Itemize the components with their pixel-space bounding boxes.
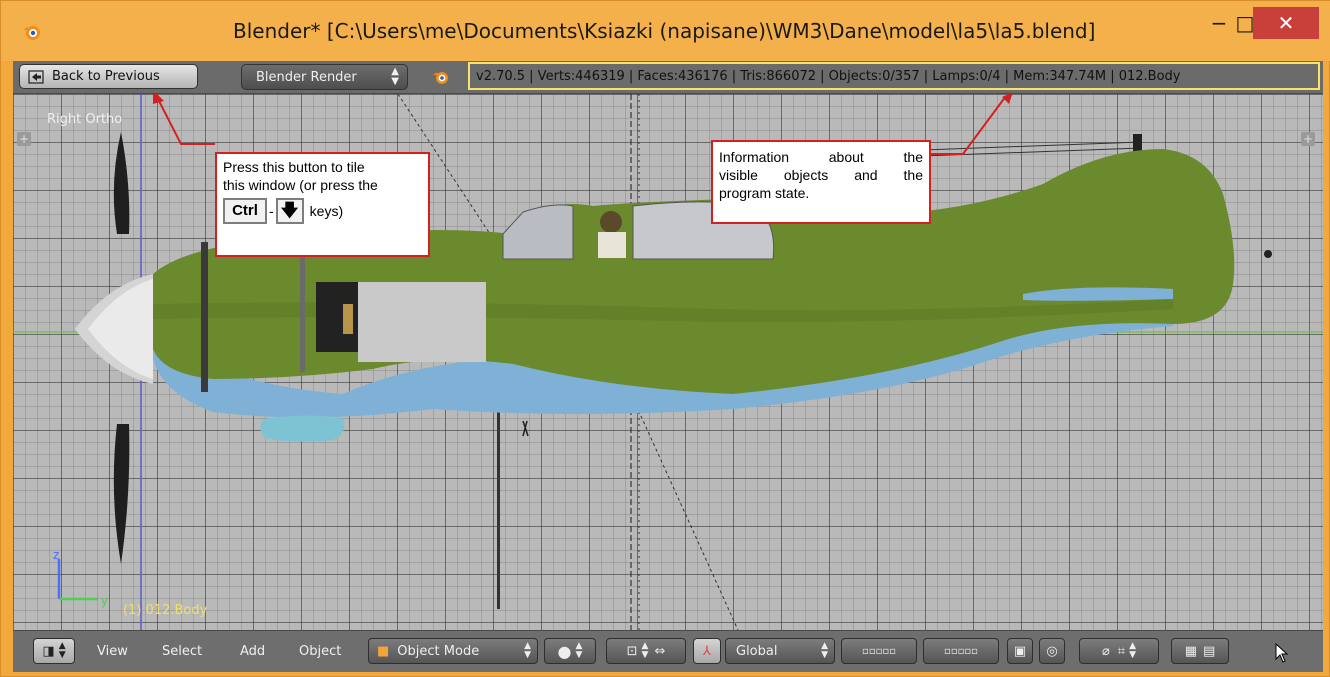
info-annotation: Information about the visible objects an… [711, 140, 931, 224]
axis-gizmo-icon: ⅄ [703, 643, 711, 659]
pivot-and-manipulator-buttons[interactable]: ⊡ ▲ ▼ ⇔ [606, 638, 686, 664]
dropdown-arrows-icon: ▲ ▼ [821, 641, 828, 660]
blender-logo-icon [433, 72, 448, 84]
object-mode-cube-icon: ■ [377, 643, 390, 659]
render-still-icon: ▦ [1184, 643, 1197, 659]
editor-type-button[interactable]: ◨ ▲ ▼ [33, 638, 75, 664]
info-hint-line1: Information about the [719, 149, 923, 165]
scene-layers-2[interactable]: ▫▫▫▫▫ [923, 638, 999, 664]
dropdown-arrows-icon: ▲ ▼ [524, 641, 531, 660]
layer-grid-icon: ▫▫▫▫▫ [944, 645, 978, 657]
menu-add[interactable]: Add [240, 644, 265, 659]
back-arrow-icon [28, 69, 44, 84]
tile-hint-line1: Press this button to tile [223, 159, 365, 175]
viewport-shading-dropdown[interactable]: ● ▲ ▼ [544, 638, 596, 664]
close-button[interactable]: ✕ [1253, 7, 1319, 39]
tile-window-annotation: Press this button to tile this window (o… [215, 152, 430, 257]
menu-view[interactable]: View [97, 644, 128, 659]
snap-settings[interactable]: ⌀ ⌗ ▲ ▼ [1079, 638, 1159, 664]
render-opengl-buttons[interactable]: ▦ ▤ [1171, 638, 1229, 664]
tile-hint-line2: this window (or press the [223, 177, 378, 193]
annotation-arrows [153, 94, 1013, 155]
scene-layers-1[interactable]: ▫▫▫▫▫ [841, 638, 917, 664]
proportional-edit-icon: ◎ [1046, 643, 1058, 659]
ctrl-key: Ctrl [223, 198, 267, 224]
transform-orientation-value: Global [736, 643, 778, 659]
render-anim-icon: ▤ [1203, 643, 1216, 659]
layer-lock-icon: ▣ [1013, 643, 1027, 659]
object-mode-value: Object Mode [397, 643, 480, 659]
transform-orientation-dropdown[interactable]: Global ▲ ▼ [725, 638, 835, 664]
dropdown-arrows-icon: ▲ ▼ [575, 641, 583, 660]
window-title: Blender* [C:\Users\me\Documents\Ksiazki … [233, 19, 1096, 43]
menu-select[interactable]: Select [162, 644, 202, 659]
down-arrow-key-icon: 🡇 [275, 198, 304, 224]
scene-statistics: v2.70.5 | Verts:446319 | Faces:436176 | … [476, 69, 1181, 84]
render-engine-dropdown[interactable]: Blender Render ▲ ▼ [241, 64, 408, 90]
title-bar: Blender* [C:\Users\me\Documents\Ksiazki … [1, 1, 1330, 61]
scene-info-highlight: v2.70.5 | Verts:446319 | Faces:436176 | … [468, 62, 1320, 90]
solid-shading-icon: ● [557, 641, 572, 661]
info-hint-line3: program state. [719, 185, 810, 201]
dropdown-arrows-icon: ▲ ▼ [391, 66, 399, 87]
object-mode-dropdown[interactable]: ■ Object Mode ▲ ▼ [368, 638, 538, 664]
cube-editor-icon: ◨ [42, 643, 55, 659]
lock-camera-button[interactable]: ▣ [1007, 638, 1033, 664]
blender-client-area: Back to Previous Blender Render ▲ ▼ v2.70… [13, 61, 1323, 672]
proportional-edit-button[interactable]: ◎ [1039, 638, 1065, 664]
manipulator-icon: ⇔ [654, 643, 666, 659]
key-separator: - [269, 203, 274, 219]
info-header: Back to Previous Blender Render ▲ ▼ v2.70… [13, 61, 1323, 94]
snap-element-icon: ⌗ [1117, 643, 1126, 659]
pivot-point-icon: ⊡ [626, 643, 638, 659]
render-engine-value: Blender Render [256, 69, 357, 85]
window-frame: Blender* [C:\Users\me\Documents\Ksiazki … [0, 0, 1330, 677]
back-to-previous-label: Back to Previous [52, 69, 160, 84]
transform-manipulator-icon[interactable]: ⅄ [693, 638, 721, 664]
layer-grid-icon: ▫▫▫▫▫ [862, 645, 896, 657]
menu-object[interactable]: Object [299, 644, 341, 659]
blender-logo-icon [23, 26, 40, 40]
dropdown-arrows-icon: ▲ ▼ [641, 641, 649, 660]
back-to-previous-button[interactable]: Back to Previous [19, 64, 198, 89]
keys-suffix: keys) [309, 203, 344, 219]
dropdown-arrows-icon: ▲ ▼ [58, 641, 66, 660]
3d-viewport[interactable]: Right Ortho + + z y (1) 012.Body Press t… [13, 94, 1323, 630]
info-hint-line2: visible objects and the [719, 167, 923, 183]
dropdown-arrows-icon: ▲ ▼ [1129, 641, 1137, 660]
viewport-header: ◨ ▲ ▼ View Select Add Object ■ Object Mode… [13, 630, 1323, 672]
mouse-cursor-icon [1275, 643, 1289, 663]
magnet-icon: ⌀ [1101, 643, 1110, 659]
